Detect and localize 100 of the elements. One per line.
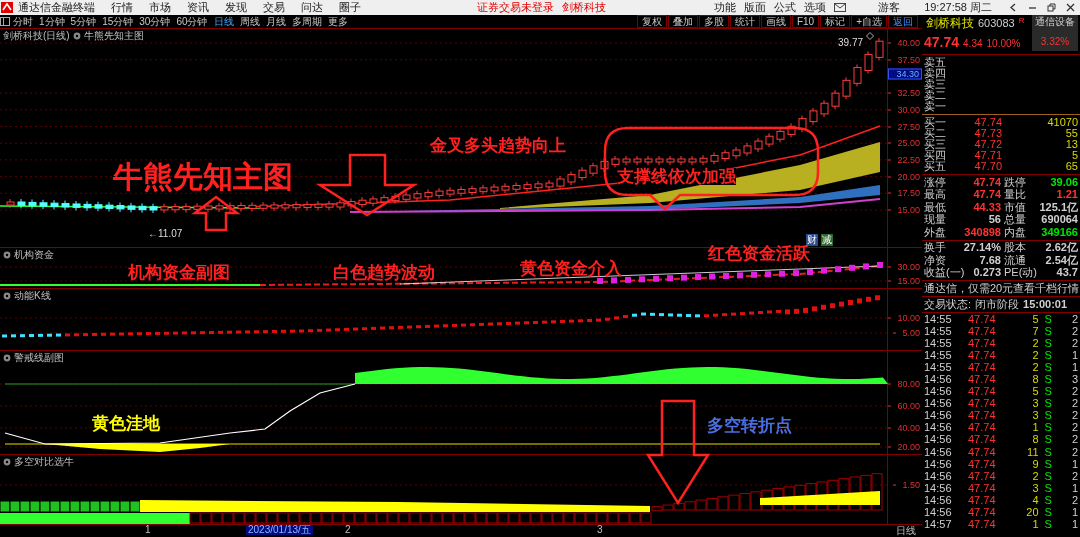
order-volume: 55 bbox=[1064, 128, 1078, 139]
tick-volume: 1 bbox=[1031, 422, 1039, 434]
period-tab[interactable]: 月线 bbox=[262, 15, 289, 28]
toolbar-button[interactable]: 返回 bbox=[888, 15, 918, 28]
stat-label: 涨停 bbox=[924, 176, 946, 188]
panel-icon[interactable] bbox=[0, 17, 10, 26]
toolbar-button[interactable]: 复权 bbox=[636, 15, 667, 28]
close-icon[interactable] bbox=[1065, 2, 1076, 13]
period-tab[interactable]: 周线 bbox=[236, 15, 263, 28]
change-percent: 10.00% bbox=[986, 39, 1021, 49]
menu-item[interactable]: 公式 bbox=[774, 2, 797, 13]
diamond-icon[interactable] bbox=[866, 32, 874, 40]
price-label: ←11.07 bbox=[148, 229, 183, 239]
period-tab[interactable]: 日线 bbox=[210, 15, 237, 28]
gear-icon[interactable] bbox=[3, 251, 11, 259]
price-tag: 34.30 bbox=[888, 68, 922, 80]
annotation-text: 支撑线依次加强 bbox=[617, 168, 736, 185]
gear-icon[interactable] bbox=[72, 32, 81, 40]
tick-time: 14:56 bbox=[924, 482, 952, 494]
period-tab[interactable]: 更多 bbox=[324, 15, 351, 28]
menu-item[interactable]: 发现 bbox=[217, 2, 255, 13]
tick-volume: 5 bbox=[1031, 386, 1039, 398]
annotation-text: 牛熊先知主图 bbox=[113, 162, 293, 192]
stat-label: 跌停 bbox=[1004, 176, 1026, 188]
stock-name: 剑桥科技 bbox=[926, 17, 974, 29]
toolbar-button[interactable]: 叠加 bbox=[667, 15, 698, 28]
menu-item[interactable]: 圈子 bbox=[331, 2, 369, 13]
price-label: 39.77 bbox=[838, 38, 864, 48]
gear-icon[interactable] bbox=[3, 292, 11, 300]
menu-item[interactable]: 功能 bbox=[714, 2, 737, 13]
stat-value: 125.1亿 bbox=[1039, 201, 1078, 213]
axis-label: 15.00 bbox=[888, 205, 920, 215]
axis-label: 40.00 bbox=[888, 423, 920, 433]
sector-tile[interactable]: 通信设备 3.32% bbox=[1032, 15, 1078, 51]
tick-count: 2 bbox=[1071, 386, 1078, 398]
period-tab[interactable]: 60分钟 bbox=[173, 15, 211, 28]
stat-value: 47.74 bbox=[973, 189, 1001, 201]
tick-time: 14:55 bbox=[924, 337, 952, 349]
tick-side: S bbox=[1044, 519, 1052, 531]
tick-side: S bbox=[1044, 446, 1052, 458]
menu-item[interactable]: 交易 bbox=[255, 2, 293, 13]
order-volume: 41070 bbox=[1046, 117, 1078, 128]
tick-price: 47.74 bbox=[967, 422, 996, 434]
toolbar-button[interactable]: 标记 bbox=[820, 15, 851, 28]
axis-label: 25.00 bbox=[888, 138, 920, 148]
menu-item[interactable]: 问达 bbox=[293, 2, 331, 13]
up-arrow bbox=[191, 195, 241, 232]
axis-label: 10.00 bbox=[888, 313, 920, 323]
period-tab[interactable]: 多周期 bbox=[288, 15, 325, 28]
period-tab[interactable]: 5分钟 bbox=[67, 15, 100, 28]
chart-title: 动能K线 bbox=[14, 291, 51, 301]
promo-text[interactable]: 通达信，仅需20元查看千档行情 bbox=[922, 281, 1080, 297]
toolbar-button[interactable]: 多股 bbox=[698, 15, 729, 28]
tick-price: 47.74 bbox=[967, 507, 996, 519]
tick-count: 2 bbox=[1071, 398, 1078, 410]
stat-value: 690064 bbox=[1041, 214, 1078, 226]
tick-count: 1 bbox=[1071, 361, 1078, 373]
user-name[interactable]: 游客 bbox=[878, 2, 901, 13]
stat-value: 39.06 bbox=[1050, 176, 1078, 188]
restore-icon[interactable] bbox=[1046, 2, 1057, 13]
stat-label: 现量 bbox=[924, 214, 946, 226]
tick-side: S bbox=[1044, 361, 1052, 373]
gear-icon[interactable] bbox=[3, 458, 11, 466]
tick-price: 47.74 bbox=[967, 470, 996, 482]
annotation-text: 金叉多头趋势向上 bbox=[430, 137, 566, 154]
tick-side: S bbox=[1044, 458, 1052, 470]
tick-volume: 2 bbox=[1031, 470, 1039, 482]
period-tab[interactable]: 分时 bbox=[10, 15, 36, 28]
menu-item[interactable]: 版面 bbox=[744, 2, 767, 13]
tick-side: S bbox=[1044, 325, 1052, 337]
toolbar-button[interactable]: F10 bbox=[791, 15, 820, 28]
order-volume: 13 bbox=[1064, 139, 1078, 150]
rating-letter: R bbox=[1018, 17, 1025, 25]
tick-price: 47.74 bbox=[967, 398, 996, 410]
tick-volume: 5 bbox=[1031, 313, 1039, 325]
stat-value: 43.7 bbox=[1056, 267, 1078, 279]
period-tab[interactable]: 30分钟 bbox=[136, 15, 174, 28]
tick-time: 14:56 bbox=[924, 470, 952, 482]
toolbar-button[interactable]: 画线 bbox=[760, 15, 791, 28]
tick-time: 14:56 bbox=[924, 374, 952, 385]
stat-value: 1.21 bbox=[1056, 189, 1078, 201]
toolbar-button[interactable]: 统计 bbox=[729, 15, 760, 28]
gear-icon[interactable] bbox=[3, 354, 11, 362]
tick-side: S bbox=[1044, 482, 1052, 494]
tick-price: 47.74 bbox=[967, 349, 996, 361]
period-tab[interactable]: 15分钟 bbox=[99, 15, 137, 28]
menu-item[interactable]: 市场 bbox=[141, 2, 179, 13]
stat-label: 股本 bbox=[1004, 242, 1026, 254]
menu-item[interactable]: 资讯 bbox=[179, 2, 217, 13]
menu-item[interactable]: 行情 bbox=[103, 2, 141, 13]
status-label: 交易状态: bbox=[924, 299, 972, 310]
order-level-label: 买二 bbox=[924, 128, 946, 139]
axis-label: 30.00 bbox=[888, 262, 920, 272]
menu-item[interactable]: 选项 bbox=[804, 2, 827, 13]
order-level-label: 卖五 bbox=[924, 57, 946, 68]
order-volume: 65 bbox=[1064, 161, 1078, 172]
mail-icon[interactable] bbox=[834, 3, 847, 12]
toolbar-button[interactable]: +自选 bbox=[851, 15, 887, 28]
axis-label: 80.00 bbox=[888, 379, 920, 389]
period-tab[interactable]: 1分钟 bbox=[36, 15, 68, 28]
